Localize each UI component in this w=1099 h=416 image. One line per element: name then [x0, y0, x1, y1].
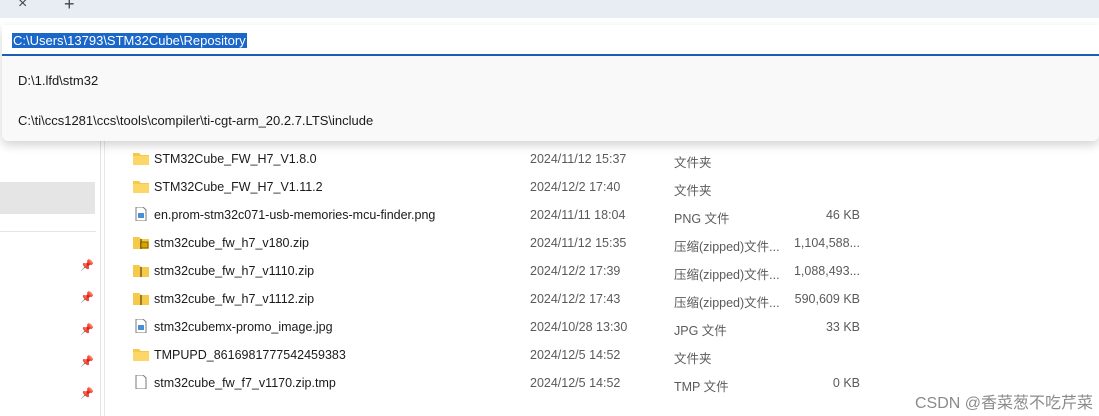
address-input[interactable]: C:\Users\13793\STM32Cube\Repository	[2, 25, 1099, 56]
zip-folder-icon	[133, 265, 149, 277]
file-date: 2024/10/28 13:30	[530, 320, 628, 334]
close-tab-icon[interactable]: ×	[18, 0, 27, 13]
zip-folder-icon	[133, 293, 149, 305]
address-input-value[interactable]: C:\Users\13793\STM32Cube\Repository	[12, 33, 247, 48]
file-date: 2024/11/12 15:37	[530, 152, 627, 166]
file-size: 1,104,588...	[793, 236, 860, 250]
file-row[interactable]: stm32cubemx-promo_image.jpg 2024/10/28 1…	[105, 313, 1099, 341]
file-size: 590,609 KB	[794, 292, 860, 306]
new-tab-icon[interactable]: +	[64, 0, 75, 15]
folder-icon	[133, 349, 149, 361]
address-suggestion[interactable]: C:\ti\ccs1281\ccs\tools\compiler\ti-cgt-…	[18, 113, 373, 128]
file-name: stm32cube_fw_f7_v1170.zip.tmp	[154, 376, 336, 390]
pin-icon[interactable]: 📌	[80, 355, 94, 368]
file-name: stm32cube_fw_h7_v1110.zip	[154, 264, 315, 278]
image-file-icon	[135, 319, 147, 333]
file-date: 2024/12/2 17:39	[530, 264, 621, 278]
folder-icon	[133, 181, 149, 193]
file-type: 文件夹	[674, 352, 712, 366]
image-file-icon	[135, 207, 147, 221]
file-size: 33 KB	[825, 320, 860, 334]
file-date: 2024/11/12 15:35	[530, 236, 627, 250]
file-size: 46 KB	[825, 208, 860, 222]
file-date: 2024/12/2 17:40	[530, 180, 621, 194]
file-name: stm32cube_fw_h7_v180.zip	[154, 236, 309, 250]
file-row[interactable]: stm32cube_fw_h7_v180.zip 2024/11/12 15:3…	[105, 229, 1099, 257]
zip-locked-icon	[133, 237, 149, 249]
file-name: en.prom-stm32c071-usb-memories-mcu-finde…	[154, 208, 436, 222]
blank-file-icon	[135, 375, 147, 389]
file-date: 2024/12/2 17:43	[530, 292, 621, 306]
file-row[interactable]: STM32Cube_FW_H7_V1.8.0 2024/11/12 15:37 …	[105, 145, 1099, 173]
file-row[interactable]: stm32cube_fw_h7_v1110.zip 2024/12/2 17:3…	[105, 257, 1099, 285]
watermark: CSDN @香菜葱不吃芹菜	[914, 395, 1093, 412]
file-type: 文件夹	[674, 184, 712, 198]
file-row[interactable]: TMPUPD_8616981777542459383 2024/12/5 14:…	[105, 341, 1099, 369]
address-suggestion[interactable]: D:\1.lfd\stm32	[18, 73, 98, 88]
file-name: STM32Cube_FW_H7_V1.8.0	[154, 152, 317, 166]
file-name: stm32cubemx-promo_image.jpg	[154, 320, 333, 334]
file-size: 1,088,493...	[793, 264, 860, 278]
file-date: 2024/12/5 14:52	[530, 376, 621, 390]
file-name: TMPUPD_8616981777542459383	[154, 348, 346, 362]
file-date: 2024/12/5 14:52	[530, 348, 621, 362]
file-name: stm32cube_fw_h7_v1112.zip	[154, 292, 315, 306]
nav-item-selected[interactable]	[0, 182, 95, 214]
pin-icon[interactable]: 📌	[80, 387, 94, 400]
file-row[interactable]: stm32cube_fw_h7_v1112.zip 2024/12/2 17:4…	[105, 285, 1099, 313]
address-suggestions-dropdown: C:\Users\13793\STM32Cube\Repository D:\1…	[2, 25, 1099, 141]
file-row[interactable]: en.prom-stm32c071-usb-memories-mcu-finde…	[105, 201, 1099, 229]
pin-icon[interactable]: 📌	[80, 323, 94, 336]
file-date: 2024/11/11 18:04	[530, 208, 626, 222]
file-size: 0 KB	[832, 376, 860, 390]
file-name: STM32Cube_FW_H7_V1.11.2	[154, 180, 323, 194]
file-type: 文件夹	[674, 156, 712, 170]
nav-divider	[0, 231, 96, 232]
file-row[interactable]: STM32Cube_FW_H7_V1.11.2 2024/12/2 17:40 …	[105, 173, 1099, 201]
pin-icon[interactable]: 📌	[80, 259, 94, 272]
folder-icon	[133, 153, 149, 165]
tab-strip: × +	[0, 0, 1099, 18]
navigation-pane: 📌 📌 📌 📌 📌	[0, 141, 101, 416]
pin-icon[interactable]: 📌	[80, 291, 94, 304]
